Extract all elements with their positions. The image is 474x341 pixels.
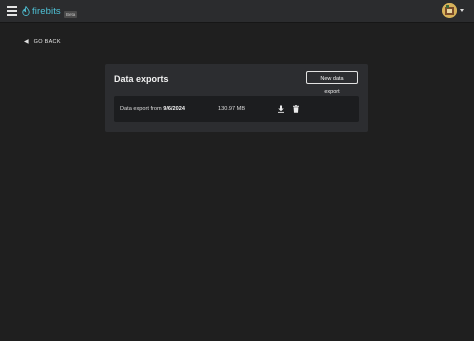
export-row: Data export from 9/6/2024 130.97 MB	[114, 96, 359, 122]
download-icon[interactable]	[277, 105, 285, 113]
delete-icon[interactable]	[292, 105, 300, 113]
avatar-image	[442, 3, 457, 18]
export-size: 130.97 MB	[218, 106, 246, 112]
app-logo[interactable]: firebits	[22, 5, 61, 17]
app-header: firebits Beta	[0, 0, 474, 23]
export-date: 9/6/2024	[163, 106, 185, 112]
export-name: Data export from 9/6/2024	[120, 106, 185, 112]
avatar[interactable]	[442, 3, 457, 18]
chevron-left-icon: ◀	[24, 39, 29, 45]
flame-icon	[22, 6, 30, 16]
app-name: firebits	[32, 5, 61, 17]
go-back-link[interactable]: ◀ GO BACK	[24, 38, 61, 46]
card-title: Data exports	[114, 74, 169, 84]
caret-down-icon[interactable]	[460, 9, 464, 12]
menu-icon[interactable]	[7, 6, 17, 16]
export-name-prefix: Data export from	[120, 106, 164, 112]
new-data-export-button[interactable]: New data export	[306, 71, 358, 95]
data-exports-card: Data exports New data export Data export…	[105, 64, 368, 132]
beta-badge: Beta	[64, 11, 78, 18]
go-back-label: GO BACK	[33, 38, 61, 45]
